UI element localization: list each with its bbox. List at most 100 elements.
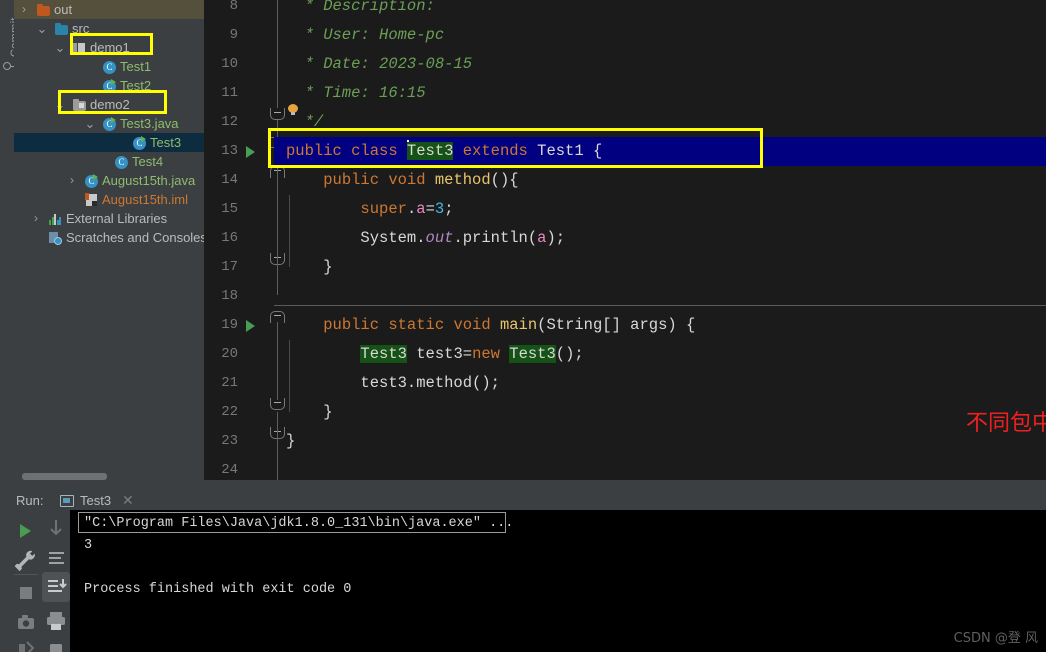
project-tree[interactable]: › out ⌄ src ⌄ demo1 C Test1 C Test2 ⌄ demo2 ⌄ C Test3.… <box>14 0 204 467</box>
rerun-wrench-icon[interactable] <box>10 546 42 576</box>
line-number[interactable]: 14 <box>204 166 238 195</box>
line-number[interactable]: 23 <box>204 427 238 456</box>
tree-item-scratches-and-consoles[interactable]: Scratches and Consoles <box>14 228 204 247</box>
tree-item-out[interactable]: › out <box>14 0 204 19</box>
line-number[interactable]: 12 <box>204 108 238 137</box>
tree-item-test3-java[interactable]: ⌄ C Test3.java <box>14 114 204 133</box>
tree-item-label: Test2 <box>120 78 152 93</box>
wrap-lines-glyph <box>49 552 64 564</box>
print-icon[interactable] <box>42 606 70 636</box>
tree-item-label: Test3 <box>150 135 182 150</box>
line-number[interactable]: 13 <box>204 137 238 166</box>
scroll-to-end-icon[interactable] <box>42 572 70 602</box>
code-line[interactable]: test3.method(); <box>286 369 500 398</box>
code-line[interactable]: public void method(){ <box>286 166 518 195</box>
line-number[interactable]: 15 <box>204 195 238 224</box>
line-number[interactable]: 19 <box>204 311 238 340</box>
run-play-icon[interactable] <box>10 516 42 546</box>
tree-item-test2[interactable]: C Test2 <box>14 76 204 95</box>
console-line: "C:\Program Files\Java\jdk1.8.0_131\bin\… <box>84 516 514 531</box>
intention-bulb-icon[interactable] <box>288 104 298 116</box>
code-line[interactable]: public static void main(String[] args) { <box>286 311 695 340</box>
tree-item-label: out <box>54 2 73 17</box>
code-line[interactable]: * User: Home-pc <box>286 21 445 50</box>
tree-item-test4[interactable]: C Test4 <box>14 152 204 171</box>
console-window-icon <box>60 495 74 507</box>
code-line[interactable]: super.a=3; <box>286 195 453 224</box>
line-number[interactable]: 18 <box>204 282 238 311</box>
code-line[interactable]: } <box>286 398 332 427</box>
package-split-icon <box>72 40 86 54</box>
code-line[interactable]: * Time: 16:15 <box>286 79 426 108</box>
tree-item-label: Test1 <box>120 59 152 74</box>
arrow-down-glyph <box>50 520 62 536</box>
soft-wrap-icon[interactable] <box>42 544 70 574</box>
close-icon[interactable]: ✕ <box>122 492 134 509</box>
tree-item-external-libraries[interactable]: › External Libraries <box>14 209 204 228</box>
line-number[interactable]: 10 <box>204 50 238 79</box>
tree-item-august15th-iml[interactable]: August15th.iml <box>14 190 204 209</box>
code-line[interactable]: * Description: <box>286 0 435 21</box>
folder-blue-icon <box>54 21 68 35</box>
console-line: 3 <box>84 538 93 553</box>
printer-glyph <box>47 612 65 630</box>
console-line: Process finished with exit code 0 <box>84 582 352 597</box>
line-number[interactable]: 11 <box>204 79 238 108</box>
code-line[interactable]: Test3 test3=new Test3(); <box>286 340 584 369</box>
tree-item-august15th-java[interactable]: › C August15th.java <box>14 171 204 190</box>
tree-item-test1[interactable]: C Test1 <box>14 57 204 76</box>
debug-glyph <box>19 641 35 652</box>
line-number[interactable]: 17 <box>204 253 238 282</box>
scroll-down-arrow-icon[interactable] <box>42 514 70 544</box>
tree-item-src[interactable]: ⌄ src <box>14 19 204 38</box>
line-number[interactable]: 8 <box>204 0 238 21</box>
code-editor[interactable]: 8 9 10 11 12 13 14 15 16 17 18 19 20 21 22 23 24 * Descr… <box>204 0 1046 480</box>
chevron-right-icon[interactable]: › <box>18 0 30 19</box>
chevron-down-icon[interactable]: ⌄ <box>36 19 48 38</box>
run-tab-label: Test3 <box>80 493 112 508</box>
chevron-right-icon[interactable]: › <box>66 171 78 190</box>
gutter-run-icon[interactable] <box>246 146 255 158</box>
line-number[interactable]: 16 <box>204 224 238 253</box>
chevron-down-icon[interactable]: ⌄ <box>54 95 66 114</box>
method-separator <box>274 305 1046 306</box>
editor-gutter[interactable]: 8 9 10 11 12 13 14 15 16 17 18 19 20 21 22 23 24 <box>204 0 285 480</box>
iml-icon <box>84 192 98 206</box>
debug-attach-icon[interactable] <box>10 636 42 652</box>
chevron-right-icon[interactable]: › <box>30 209 42 228</box>
left-tool-strip: Commit <box>0 0 21 480</box>
chevron-down-icon[interactable]: ⌄ <box>54 38 66 57</box>
code-line[interactable]: public class Test3 extends Test1 { <box>286 137 602 166</box>
screenshot-camera-icon[interactable] <box>10 608 42 638</box>
fold-region-line <box>277 0 278 108</box>
tree-item-test3[interactable]: C Test3 <box>14 133 204 152</box>
console-output[interactable]: "C:\Program Files\Java\jdk1.8.0_131\bin\… <box>70 510 1046 652</box>
extra-toolbar-icon[interactable] <box>42 636 70 652</box>
run-toolbar-secondary[interactable] <box>42 512 70 652</box>
code-line[interactable]: System.out.println(a); <box>286 224 565 253</box>
more-glyph <box>50 644 62 652</box>
scratches-clock-icon <box>48 230 62 245</box>
line-number[interactable]: 21 <box>204 369 238 398</box>
tree-item-demo2[interactable]: ⌄ demo2 <box>14 95 204 114</box>
run-toolbar-primary[interactable] <box>10 512 42 652</box>
class-runnable-icon: C <box>84 173 98 188</box>
class-runnable-icon: C <box>132 135 146 150</box>
code-line[interactable]: } <box>286 427 295 456</box>
line-number[interactable]: 22 <box>204 398 238 427</box>
fold-region-line <box>277 412 278 480</box>
project-tree-horizontal-scrollbar[interactable] <box>22 473 107 480</box>
chevron-down-icon[interactable]: ⌄ <box>84 114 96 133</box>
commit-icon[interactable] <box>3 62 17 70</box>
code-line[interactable]: * Date: 2023-08-15 <box>286 50 472 79</box>
gutter-run-icon[interactable] <box>246 320 255 332</box>
stop-square-icon[interactable] <box>10 578 42 608</box>
tree-item-demo1[interactable]: ⌄ demo1 <box>14 38 204 57</box>
line-number[interactable]: 24 <box>204 456 238 480</box>
tree-item-label: src <box>72 21 90 36</box>
line-number[interactable]: 20 <box>204 340 238 369</box>
fold-region-line <box>277 322 278 400</box>
code-line[interactable]: } <box>286 253 332 282</box>
tree-item-label: Test3.java <box>120 116 179 131</box>
line-number[interactable]: 9 <box>204 21 238 50</box>
